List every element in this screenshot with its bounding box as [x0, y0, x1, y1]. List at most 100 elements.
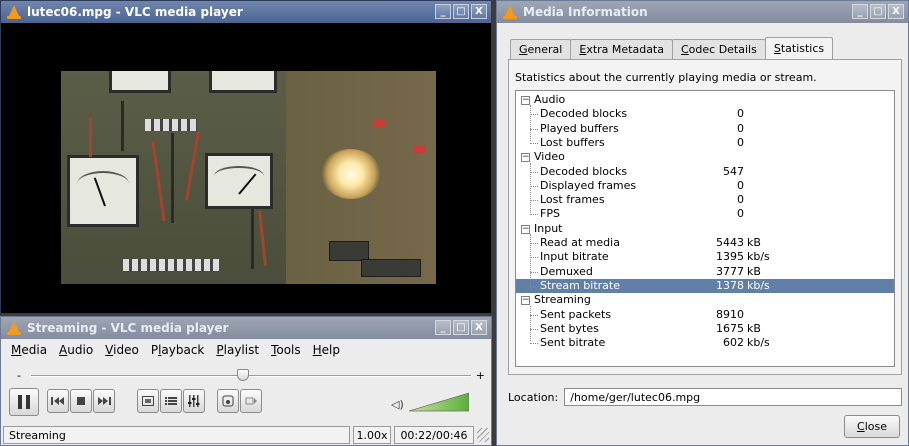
minimize-button[interactable]: _: [435, 320, 451, 335]
menu-audio[interactable]: Audio: [59, 343, 93, 357]
stat-value: 0: [737, 107, 744, 121]
snapshot-icon: [222, 395, 234, 407]
previous-icon: [51, 397, 64, 405]
tree-item[interactable]: Decoded blocks 0: [516, 107, 894, 121]
speaker-icon[interactable]: ◁): [391, 398, 404, 411]
menu-tools[interactable]: Tools: [271, 343, 301, 357]
tree-item[interactable]: Lost frames 0: [516, 193, 894, 207]
tree-item[interactable]: Decoded blocks 547: [516, 165, 894, 179]
tab-statistics[interactable]: Statistics: [764, 37, 834, 59]
next-button[interactable]: [93, 389, 115, 413]
media-information-window: Media Information _ □ X General Extra Me…: [496, 0, 909, 446]
stat-name: Input bitrate: [540, 250, 609, 264]
minimize-button[interactable]: _: [852, 4, 868, 19]
maximize-button[interactable]: □: [453, 4, 469, 19]
close-button[interactable]: X: [471, 4, 487, 19]
tab-general[interactable]: General: [510, 39, 572, 59]
tree-group-input[interactable]: − Input: [516, 222, 894, 236]
stat-value: 1675: [716, 321, 744, 335]
time-display[interactable]: 00:22/00:46: [394, 426, 474, 444]
stat-unit: kb/s: [747, 278, 770, 292]
menu-playback[interactable]: Playback: [151, 343, 205, 357]
seek-track[interactable]: [31, 375, 471, 377]
pause-button[interactable]: [9, 388, 39, 416]
media-info-titlebar[interactable]: Media Information _ □ X: [497, 1, 908, 23]
menu-media[interactable]: Media: [11, 343, 47, 357]
tree-connector: [530, 305, 531, 342]
previous-button[interactable]: [47, 389, 69, 413]
tree-item[interactable]: FPS 0: [516, 207, 894, 221]
volume-slider[interactable]: [409, 392, 469, 412]
collapse-icon[interactable]: −: [521, 296, 530, 306]
statistics-tree[interactable]: − Audio Decoded blocks 0 Played buffers 0 Lost…: [515, 90, 895, 367]
tree-connector: [530, 105, 531, 142]
status-text: Streaming: [3, 426, 350, 444]
equalizer-icon: [188, 395, 200, 407]
status-bar: Streaming 1.00x 00:22/00:46: [1, 425, 491, 445]
menu-playlist[interactable]: Playlist: [216, 343, 259, 357]
collapse-icon[interactable]: −: [521, 224, 530, 234]
stat-name: Demuxed: [540, 264, 593, 278]
tree-group-audio[interactable]: − Audio: [516, 93, 894, 107]
tree-item[interactable]: Demuxed 3777 kB: [516, 265, 894, 279]
volume-control[interactable]: ◁): [391, 392, 471, 414]
fullscreen-button[interactable]: [137, 389, 159, 413]
stat-name: Decoded blocks: [540, 164, 628, 178]
tree-group-streaming[interactable]: − Streaming: [516, 293, 894, 307]
location-row: Location: /home/ger/lutec06.mpg: [508, 387, 902, 407]
menu-video[interactable]: Video: [105, 343, 139, 357]
close-button[interactable]: X: [471, 320, 487, 335]
tab-extra-metadata[interactable]: Extra Metadata: [570, 39, 673, 59]
tree-group-label: Audio: [534, 93, 566, 106]
stop-button[interactable]: [70, 389, 92, 413]
stat-value: 1378: [716, 278, 744, 292]
location-field[interactable]: /home/ger/lutec06.mpg: [564, 388, 902, 406]
menu-help[interactable]: Help: [313, 343, 340, 357]
playlist-button[interactable]: [160, 389, 182, 413]
resize-grip[interactable]: [477, 428, 489, 442]
close-button[interactable]: X: [888, 4, 904, 19]
collapse-icon[interactable]: −: [521, 96, 530, 105]
seek-bar[interactable]: - +: [1, 367, 491, 385]
video-frame-image: [61, 71, 436, 284]
tab-codec-details[interactable]: Codec Details: [671, 39, 766, 59]
close-dialog-button[interactable]: Close: [844, 415, 900, 438]
tree-item[interactable]: Input bitrate 1395 kb/s: [516, 250, 894, 264]
stat-name: Played buffers: [540, 121, 619, 135]
next-icon: [98, 397, 111, 405]
playback-speed[interactable]: 1.00x: [353, 426, 391, 444]
tree-group-video[interactable]: − Video: [516, 150, 894, 164]
video-output[interactable]: [9, 27, 487, 312]
vlc-cone-icon: [7, 5, 21, 19]
snapshot-button[interactable]: [217, 389, 239, 413]
stat-unit: kB: [747, 264, 761, 278]
maximize-button[interactable]: □: [453, 320, 469, 335]
tree-item[interactable]: Sent packets 8910: [516, 308, 894, 322]
frame-by-frame-button[interactable]: [240, 389, 262, 413]
tree-item[interactable]: Sent bitrate 602 kb/s: [516, 336, 894, 350]
video-window-titlebar[interactable]: lutec06.mpg - VLC media player _ □ X: [1, 1, 491, 23]
stat-value: 602: [723, 336, 744, 350]
stat-name: Sent bitrate: [540, 336, 606, 350]
tree-item[interactable]: Displayed frames 0: [516, 179, 894, 193]
extended-settings-button[interactable]: [183, 389, 205, 413]
playlist-icon: [165, 397, 177, 405]
tree-item[interactable]: Lost buffers 0: [516, 136, 894, 150]
tree-item[interactable]: Read at media 5443 kB: [516, 236, 894, 250]
collapse-icon[interactable]: −: [521, 153, 530, 163]
video-window-title: lutec06.mpg - VLC media player: [27, 5, 243, 19]
menu-bar: Media Audio Video Playback Playlist Tool…: [1, 339, 491, 361]
tree-item[interactable]: Played buffers 0: [516, 122, 894, 136]
tab-bar: General Extra Metadata Codec Details Sta…: [510, 37, 834, 59]
tree-group-label: Input: [534, 221, 563, 235]
stat-name: Read at media: [540, 236, 620, 249]
tree-group-label: Streaming: [534, 293, 591, 307]
maximize-button[interactable]: □: [870, 4, 886, 19]
tree-item[interactable]: Sent bytes 1675 kB: [516, 322, 894, 336]
streaming-window-titlebar[interactable]: Streaming - VLC media player _ □ X: [1, 317, 491, 339]
seek-slider-handle[interactable]: [237, 369, 250, 381]
minimize-button[interactable]: _: [435, 4, 451, 19]
stat-value: 8910: [716, 307, 744, 321]
stat-name: Decoded blocks: [540, 107, 628, 121]
tree-item[interactable]: Stream bitrate 1378 kb/s: [516, 278, 894, 294]
